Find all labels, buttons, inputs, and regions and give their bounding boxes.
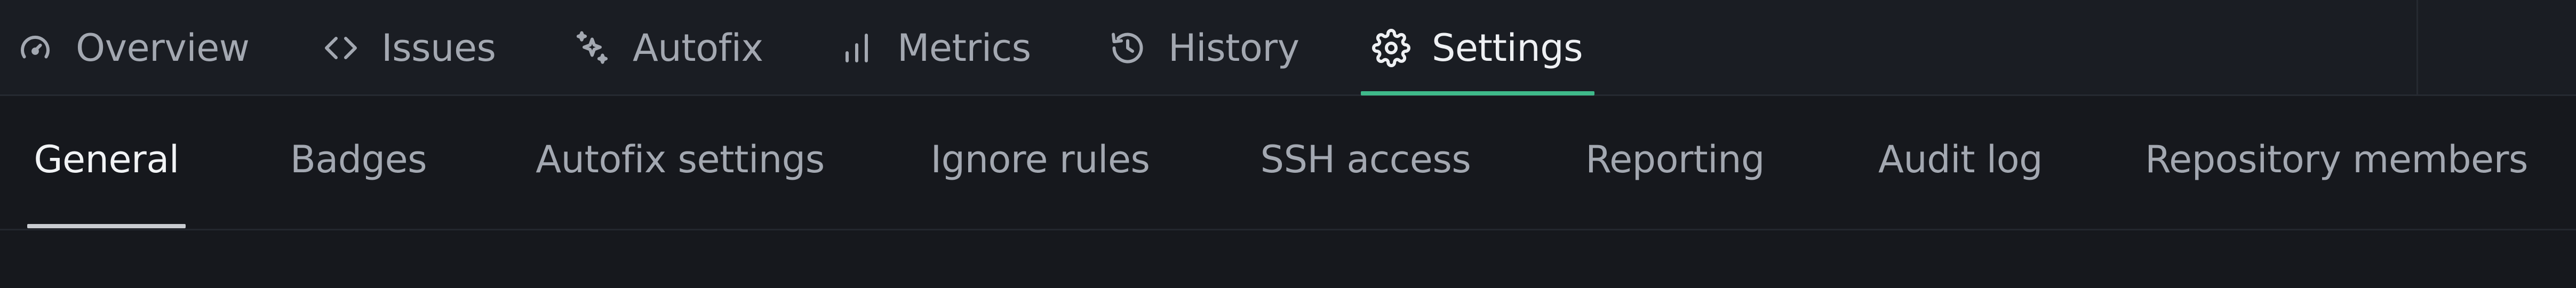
subtab-ignore-rules[interactable]: Ignore rules (920, 96, 1160, 229)
tab-overview-label: Overview (76, 26, 250, 70)
topbar-divider (2417, 0, 2418, 96)
repository-top-nav: Overview Issues Autofix Metrics History … (0, 0, 2576, 96)
tab-history[interactable]: History (1108, 0, 1299, 96)
subtab-ignore-rules-label: Ignore rules (930, 137, 1150, 181)
subtab-autofix-settings[interactable]: Autofix settings (528, 96, 832, 229)
subtab-ssh-access[interactable]: SSH access (1246, 96, 1486, 229)
subtab-repository-members-label: Repository members (2145, 137, 2528, 181)
gauge-icon (16, 29, 54, 67)
tab-settings[interactable]: Settings (1372, 0, 1583, 96)
tab-metrics-label: Metrics (897, 26, 1031, 70)
bar-chart-icon (838, 29, 876, 67)
subtab-general[interactable]: General (27, 96, 186, 229)
tab-metrics[interactable]: Metrics (838, 0, 1031, 96)
tab-issues[interactable]: Issues (322, 0, 496, 96)
page: Overview Issues Autofix Metrics History … (0, 0, 2576, 288)
subtab-autofix-settings-label: Autofix settings (536, 137, 825, 181)
active-subtab-indicator (27, 224, 186, 228)
tab-autofix[interactable]: Autofix (573, 0, 763, 96)
settings-sub-nav: General Badges Autofix settings Ignore r… (0, 96, 2576, 230)
code-icon (322, 29, 360, 67)
sparkles-icon (573, 29, 611, 67)
tab-settings-label: Settings (1432, 26, 1583, 70)
subtab-reporting-label: Reporting (1585, 137, 1765, 181)
subtab-badges[interactable]: Badges (273, 96, 444, 229)
subtab-audit-log[interactable]: Audit log (1867, 96, 2054, 229)
tab-history-label: History (1168, 26, 1299, 70)
subtab-audit-log-label: Audit log (1878, 137, 2043, 181)
active-tab-indicator (1361, 91, 1594, 95)
subtab-ssh-access-label: SSH access (1260, 137, 1471, 181)
gear-icon (1372, 29, 1410, 67)
tab-issues-label: Issues (381, 26, 496, 70)
tab-autofix-label: Autofix (633, 26, 763, 70)
tab-overview[interactable]: Overview (16, 0, 250, 96)
subtab-general-label: General (34, 137, 179, 181)
subtab-reporting[interactable]: Reporting (1568, 96, 1782, 229)
history-icon (1108, 29, 1147, 67)
subtab-repository-members[interactable]: Repository members (2136, 96, 2537, 229)
subtab-badges-label: Badges (290, 137, 427, 181)
